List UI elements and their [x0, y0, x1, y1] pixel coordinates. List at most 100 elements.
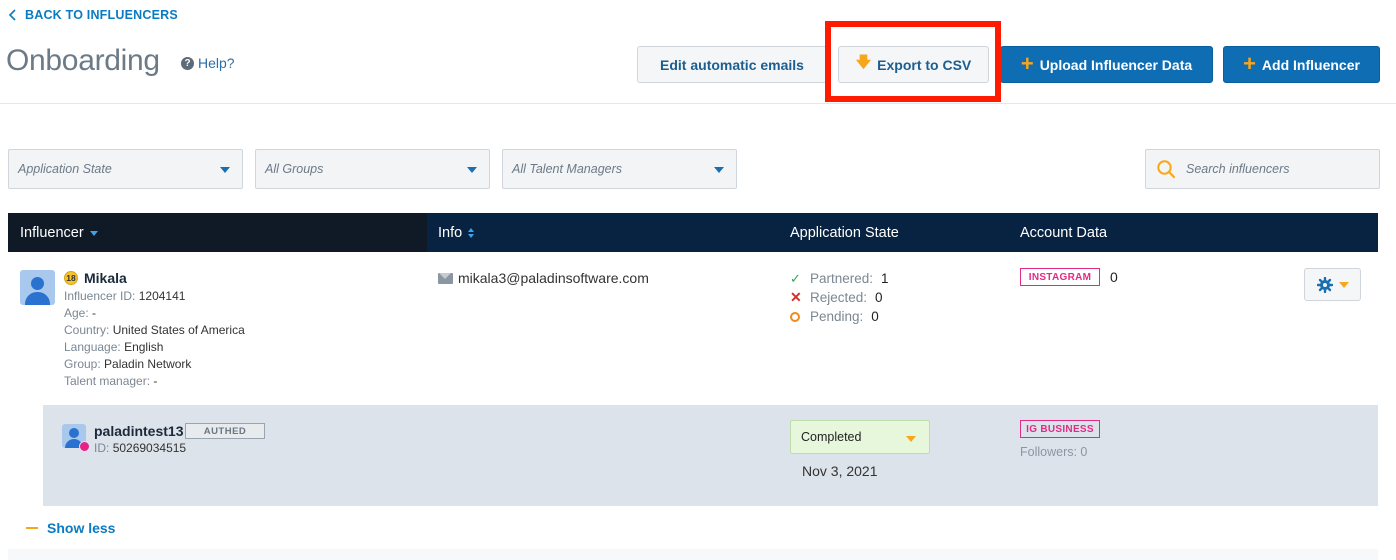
application-state-select[interactable]: Completed — [790, 420, 930, 454]
detail-value: Paladin Network — [104, 357, 192, 371]
search-box — [1145, 149, 1380, 189]
talent-managers-filter-label: All Talent Managers — [512, 162, 623, 176]
caret-down-icon — [714, 167, 724, 173]
detail-value: - — [92, 306, 97, 320]
account-username[interactable]: paladintest13 — [94, 423, 183, 439]
detail-label: Age: — [64, 306, 89, 320]
add-influencer-label: Add Influencer — [1261, 56, 1360, 73]
export-to-csv-button[interactable]: 🡇 Export to CSV — [838, 46, 989, 83]
edit-automatic-emails-button[interactable]: Edit automatic emails — [637, 46, 827, 83]
column-header-account-data: Account Data — [1020, 213, 1107, 252]
authed-badge: AUTHED — [185, 423, 265, 439]
state-value: 0 — [875, 290, 883, 305]
column-header-label: Account Data — [1020, 224, 1108, 241]
detail-row: Country: United States of America — [64, 322, 245, 339]
influencer-name[interactable]: Mikala — [84, 270, 127, 286]
show-less-link[interactable]: Show less — [26, 520, 115, 536]
caret-down-icon — [220, 167, 230, 173]
next-row-edge — [8, 549, 1378, 560]
page-header: BACK TO INFLUENCERS Onboarding ? Help? E… — [0, 0, 1396, 104]
application-state-value: Completed — [801, 430, 862, 444]
email-info: mikala3@paladinsoftware.com — [438, 270, 649, 286]
back-to-influencers-link[interactable]: BACK TO INFLUENCERS — [8, 8, 178, 22]
detail-value: English — [124, 340, 164, 354]
table-header: Influencer Info Application State Accoun… — [8, 213, 1378, 252]
question-icon: ? — [181, 56, 194, 70]
detail-label: Talent manager: — [64, 374, 151, 388]
detail-label: Group: — [64, 357, 101, 371]
instagram-count: 0 — [1110, 269, 1118, 285]
state-label: Rejected: — [810, 290, 868, 305]
caret-down-icon — [467, 167, 477, 173]
column-header-label: Influencer — [20, 224, 84, 241]
download-arrow-icon: 🡇 — [855, 54, 872, 71]
circle-icon — [790, 311, 800, 322]
influencer-details: Influencer ID: 1204141 Age: - Country: U… — [64, 288, 245, 390]
age-badge: 18 — [64, 271, 78, 285]
sort-icon — [468, 227, 475, 238]
application-state-filter-label: Application State — [18, 162, 112, 176]
avatar — [20, 270, 55, 305]
detail-value: 1204141 — [138, 289, 186, 303]
application-state-date: Nov 3, 2021 — [802, 463, 878, 479]
caret-down-icon — [906, 436, 916, 442]
mail-icon — [438, 272, 453, 284]
x-icon: ✕ — [790, 289, 802, 305]
check-icon: ✓ — [790, 271, 801, 286]
add-influencer-button[interactable]: + Add Influencer — [1223, 46, 1380, 83]
followers-count: Followers: 0 — [1020, 445, 1088, 459]
edit-emails-label: Edit automatic emails — [660, 56, 804, 73]
sort-desc-icon — [89, 231, 98, 236]
application-state-summary: ✓ Partnered: 1 ✕ Rejected: 0 Pending: 0 — [790, 269, 889, 326]
column-header-label: Application State — [790, 224, 899, 241]
account-id-value: 50269034515 — [112, 441, 187, 455]
column-header-label: Info — [438, 224, 463, 241]
account-id-label: ID: — [94, 441, 110, 455]
column-header-influencer[interactable]: Influencer — [8, 213, 427, 252]
caret-down-icon — [1338, 281, 1349, 288]
email-address[interactable]: mikala3@paladinsoftware.com — [458, 270, 649, 286]
column-header-application-state: Application State — [790, 213, 899, 252]
detail-value: - — [153, 374, 158, 388]
detail-row: Influencer ID: 1204141 — [64, 288, 245, 305]
detail-row: Talent manager: - — [64, 373, 245, 390]
instagram-tag: INSTAGRAM — [1020, 268, 1100, 286]
account-id: ID: 50269034515 — [94, 441, 186, 455]
column-header-info[interactable]: Info — [438, 213, 475, 252]
state-rejected: ✕ Rejected: 0 — [790, 288, 889, 307]
state-value: 1 — [881, 271, 889, 286]
detail-row: Language: English — [64, 339, 245, 356]
detail-row: Age: - — [64, 305, 245, 322]
detail-label: Language: — [64, 340, 121, 354]
state-partnered: ✓ Partnered: 1 — [790, 269, 889, 288]
search-input[interactable] — [1186, 162, 1366, 176]
groups-filter-label: All Groups — [265, 162, 324, 176]
export-csv-label: Export to CSV — [877, 56, 972, 73]
instagram-status-dot — [79, 441, 90, 452]
help-label: Help? — [198, 55, 235, 71]
state-label: Partnered: — [810, 271, 874, 286]
state-value: 0 — [871, 309, 879, 324]
gear-icon — [1316, 276, 1333, 293]
groups-filter[interactable]: All Groups — [255, 149, 490, 189]
search-icon — [1157, 160, 1176, 179]
talent-managers-filter[interactable]: All Talent Managers — [502, 149, 737, 189]
plus-icon: + — [1243, 50, 1256, 76]
minus-icon — [26, 527, 38, 529]
application-state-filter[interactable]: Application State — [8, 149, 243, 189]
linked-account-row — [43, 405, 1378, 506]
upload-influencer-data-button[interactable]: + Upload Influencer Data — [1000, 46, 1213, 83]
state-pending: Pending: 0 — [790, 307, 889, 326]
chevron-left-icon — [8, 9, 16, 21]
row-settings-button[interactable] — [1304, 268, 1361, 301]
state-label: Pending: — [810, 309, 864, 324]
upload-data-label: Upload Influencer Data — [1039, 56, 1193, 73]
detail-label: Country: — [64, 323, 110, 337]
detail-value: United States of America — [112, 323, 245, 337]
help-link[interactable]: ? Help? — [181, 55, 235, 71]
detail-label: Influencer ID: — [64, 289, 136, 303]
detail-row: Group: Paladin Network — [64, 356, 245, 373]
show-less-label: Show less — [47, 520, 116, 536]
plus-icon: + — [1020, 50, 1034, 76]
ig-business-tag: IG BUSINESS — [1020, 420, 1100, 438]
